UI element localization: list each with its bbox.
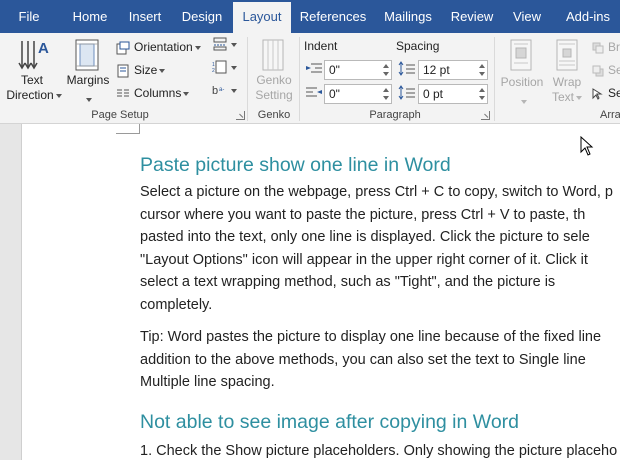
tab-layout[interactable]: Layout bbox=[233, 2, 291, 33]
group-separator bbox=[247, 37, 248, 121]
document-area: Paste picture show one line in Word Sele… bbox=[0, 124, 620, 460]
indent-left-icon bbox=[306, 63, 322, 73]
text-line: completely. bbox=[140, 296, 213, 313]
indent-right-input[interactable]: 0" bbox=[324, 84, 392, 104]
text-line: addition to the above methods, you can a… bbox=[140, 351, 586, 368]
selection-pane-button[interactable]: Se bbox=[592, 83, 620, 103]
tab-design[interactable]: Design bbox=[174, 0, 230, 33]
paragraph-group-label: Paragraph bbox=[369, 109, 421, 121]
margins-caret bbox=[84, 91, 92, 109]
svg-text:a-: a- bbox=[219, 87, 224, 93]
indent-left-spinner[interactable] bbox=[380, 61, 391, 79]
text-direction-label-2: Direction bbox=[4, 88, 64, 103]
bring-forward-icon bbox=[592, 42, 604, 54]
text-line: select a text wrapping method, such as "… bbox=[140, 274, 556, 290]
send-backward-icon bbox=[592, 65, 604, 77]
tab-add-ins[interactable]: Add-ins bbox=[557, 0, 619, 33]
spacing-after-spinner[interactable] bbox=[476, 85, 487, 103]
text-line: Tip: Word pastes the picture to display … bbox=[140, 329, 602, 345]
svg-text:b: b bbox=[212, 85, 218, 97]
genko-label-1: Genko bbox=[256, 73, 292, 87]
text-line: pasted into the text, only one line is d… bbox=[140, 229, 590, 245]
breaks-icon bbox=[213, 37, 237, 51]
hyphenation-icon: b a- bbox=[212, 85, 237, 97]
arrange-group-label: Arra bbox=[600, 109, 620, 121]
text-line: 1. Check the Show picture placeholders. … bbox=[140, 443, 618, 459]
position-button[interactable]: Position bbox=[498, 35, 546, 107]
paragraph-3[interactable]: 1. Check the Show picture placeholders. … bbox=[140, 440, 620, 460]
text-line: cursor where you want to paste the pictu… bbox=[140, 206, 586, 223]
tab-review[interactable]: Review bbox=[445, 0, 499, 33]
tab-mailings[interactable]: Mailings bbox=[377, 0, 439, 33]
tab-references[interactable]: References bbox=[295, 0, 371, 33]
indent-right-icon bbox=[306, 87, 322, 97]
svg-text:2: 2 bbox=[212, 68, 215, 74]
margins-icon bbox=[75, 39, 99, 71]
genko-label-2: Setting bbox=[255, 88, 293, 102]
heading-paste-picture: Paste picture show one line in Word bbox=[140, 154, 451, 176]
columns-icon bbox=[117, 89, 129, 97]
genko-group-label: Genko bbox=[257, 109, 291, 121]
genko-icon bbox=[262, 39, 284, 71]
spacing-label: Spacing bbox=[396, 39, 440, 53]
send-backward-button[interactable]: Se bbox=[592, 60, 620, 80]
group-separator bbox=[494, 37, 495, 121]
svg-text:A: A bbox=[38, 40, 49, 57]
text-direction-icon: A bbox=[18, 40, 49, 70]
spacing-after-icon bbox=[398, 85, 415, 100]
text-direction-button[interactable]: A Text Direction bbox=[4, 35, 62, 107]
wrap-text-button[interactable]: Wrap Text bbox=[548, 35, 586, 107]
heading-not-able-to-see-image: Not able to see image after copying in W… bbox=[140, 411, 520, 433]
paragraph-launcher-icon[interactable] bbox=[481, 111, 490, 120]
spacing-before-icon bbox=[398, 61, 415, 76]
page-margin-marker bbox=[116, 124, 140, 134]
spacing-after-input[interactable]: 0 pt bbox=[418, 84, 488, 104]
orientation-button[interactable]: Orientation bbox=[116, 37, 201, 57]
tab-insert[interactable]: Insert bbox=[120, 0, 170, 33]
indent-label: Indent bbox=[304, 39, 338, 53]
wrap-text-icon bbox=[556, 39, 578, 71]
spacing-before-spinner[interactable] bbox=[476, 61, 487, 79]
indent-left-input[interactable]: 0" bbox=[324, 60, 392, 80]
text-line: "Layout Options" icon will appear in the… bbox=[140, 251, 588, 268]
ribbon-tab-bar: File Home Insert Design Layout Reference… bbox=[0, 0, 620, 33]
mouse-pointer-icon bbox=[580, 136, 594, 156]
text-line: Multiple line spacing. bbox=[140, 374, 275, 390]
position-label: Position bbox=[500, 75, 544, 89]
size-icon bbox=[117, 64, 129, 78]
columns-button[interactable]: Columns bbox=[116, 83, 190, 103]
margins-label: Margins bbox=[66, 73, 110, 87]
page-setup-launcher-icon[interactable] bbox=[236, 111, 245, 120]
paragraph-1[interactable]: Select a picture on the webpage, press C… bbox=[140, 181, 620, 316]
margins-button[interactable]: Margins bbox=[64, 35, 112, 107]
paragraph-2[interactable]: Tip: Word pastes the picture to display … bbox=[140, 326, 620, 394]
tab-view[interactable]: View bbox=[505, 0, 549, 33]
selection-pane-icon bbox=[592, 87, 603, 100]
position-caret bbox=[519, 93, 527, 111]
line-numbers-icon: 12 bbox=[212, 60, 237, 74]
tab-file[interactable]: File bbox=[0, 0, 58, 33]
wrap-text-label-1: Wrap bbox=[552, 75, 582, 89]
wrap-text-label-2: Text bbox=[548, 90, 586, 105]
tab-home[interactable]: Home bbox=[62, 0, 118, 33]
page-setup-group-label: Page Setup bbox=[91, 109, 149, 121]
ribbon: A Text Direction Margins Orientation Siz… bbox=[0, 33, 620, 124]
position-icon bbox=[510, 39, 532, 71]
hyphenation-button[interactable]: b a- bbox=[212, 83, 238, 103]
spacing-before-input[interactable]: 12 pt bbox=[418, 60, 488, 80]
text-line: Select a picture on the webpage, press C… bbox=[140, 184, 613, 200]
orientation-icon bbox=[116, 41, 130, 55]
size-button[interactable]: Size bbox=[116, 60, 166, 80]
genko-setting-button[interactable]: Genko Setting bbox=[251, 35, 297, 107]
text-direction-label-1: Text bbox=[20, 73, 43, 87]
line-numbers-button[interactable]: 12 bbox=[212, 60, 238, 80]
breaks-button[interactable] bbox=[212, 37, 238, 57]
bring-forward-button[interactable]: Br bbox=[592, 37, 620, 57]
indent-right-spinner[interactable] bbox=[380, 85, 391, 103]
